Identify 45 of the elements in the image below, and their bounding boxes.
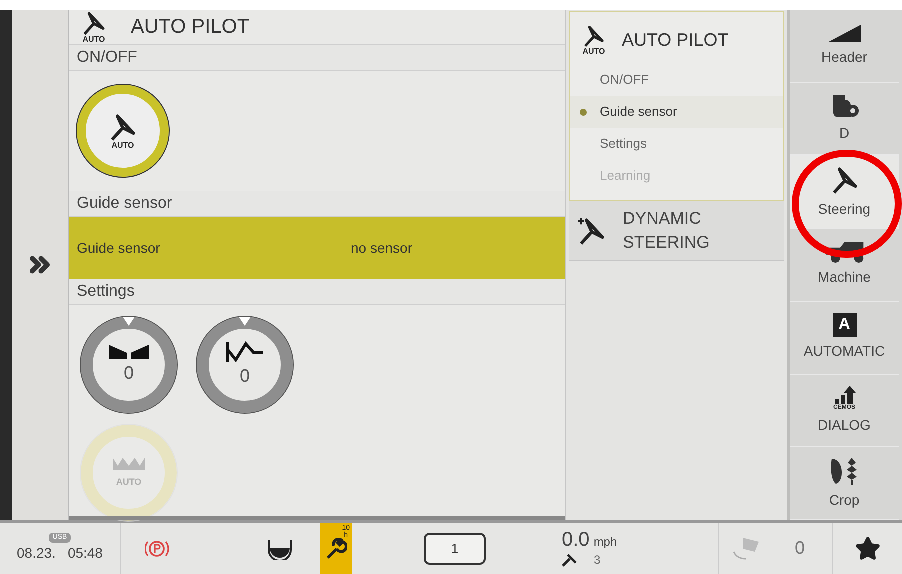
submenu-item[interactable]: ON/OFF [570,64,783,96]
submenu-title: AUTO PILOT [622,28,729,52]
speed-unit: mph [594,534,618,550]
steering-icon [582,24,606,48]
setting-dial[interactable]: 0 [197,317,293,413]
nav-item[interactable]: Header [790,10,899,83]
steering-plus-icon [577,216,607,246]
auto-label: AUTO [82,36,106,44]
letter-icon: A [832,313,856,338]
star-icon [854,536,880,562]
wave-icon [225,340,265,362]
dynamic-steering-item[interactable]: DYNAMIC STEERING [569,201,784,261]
setting-dial[interactable]: 0 [81,317,177,413]
auto-label: AUTO [582,48,606,56]
field-value: no sensor [351,238,412,258]
field-label: Guide sensor [77,238,162,258]
pointer-icon [239,317,251,326]
date-text: 08.23. [17,544,56,564]
autopilot-toggle[interactable]: AUTO [77,85,169,177]
panel-title: AUTO PILOT [131,15,250,40]
guide-sensor-row[interactable]: Guide sensor no sensor [69,217,565,279]
steering-icon [108,112,138,142]
wedge-icon [826,23,862,44]
wedges-icon [108,343,150,359]
bucket-icon [267,538,293,560]
bar-chart-arrow-icon [832,384,856,405]
nav-item[interactable]: D [790,82,899,156]
pointer-icon [123,317,135,326]
dial-value: AUTO [116,476,142,490]
steering-wheel-icon [562,552,578,566]
dial-value: 0 [124,362,134,385]
speed-value: 0.0 [562,528,590,550]
wrench-icon [325,538,347,560]
submenu-item[interactable]: Guide sensor [570,96,783,128]
time-text: 05:48 [68,544,103,564]
submenu-item[interactable]: Settings [570,128,783,160]
steering-count: 3 [594,552,601,568]
steering-icon [81,10,107,36]
nav-item[interactable]: Machine [790,229,899,302]
nav-item[interactable]: A AUTOMATIC [790,302,899,375]
tractor-gear-indicator: 1 [424,532,486,564]
nav-item[interactable]: Crop [790,447,899,520]
dial-value: 0 [240,365,250,388]
counter-value: 0 [795,537,806,560]
auto-label: AUTO [112,142,134,150]
